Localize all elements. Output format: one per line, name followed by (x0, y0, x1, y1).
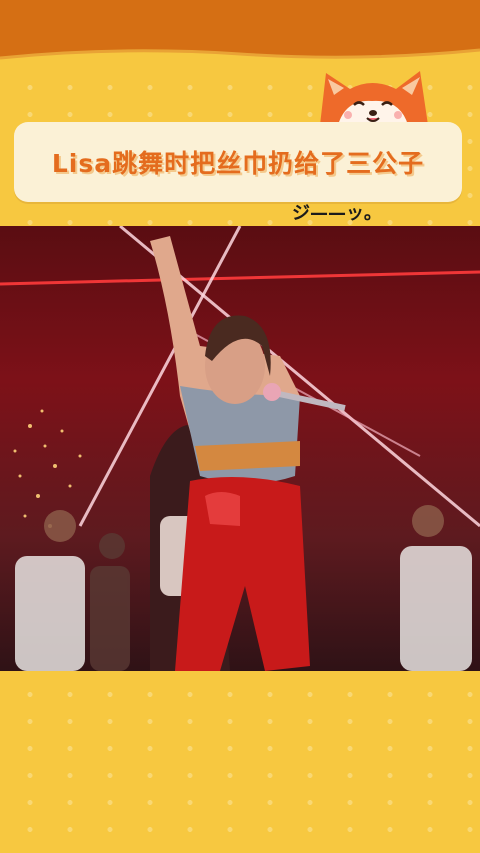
video-frame[interactable] (0, 226, 480, 671)
title-card: Lisa跳舞时把丝巾扔给了三公子 (14, 122, 462, 202)
background-pattern-bottom (0, 671, 480, 853)
stage-scene (0, 226, 480, 671)
video-title: Lisa跳舞时把丝巾扔给了三公子 (51, 149, 425, 178)
scribble-text: ジ——ッ。 (292, 203, 382, 224)
scribble-decoration: ジ——ッ。 (292, 203, 382, 224)
fox-mascot-icon (320, 71, 428, 125)
